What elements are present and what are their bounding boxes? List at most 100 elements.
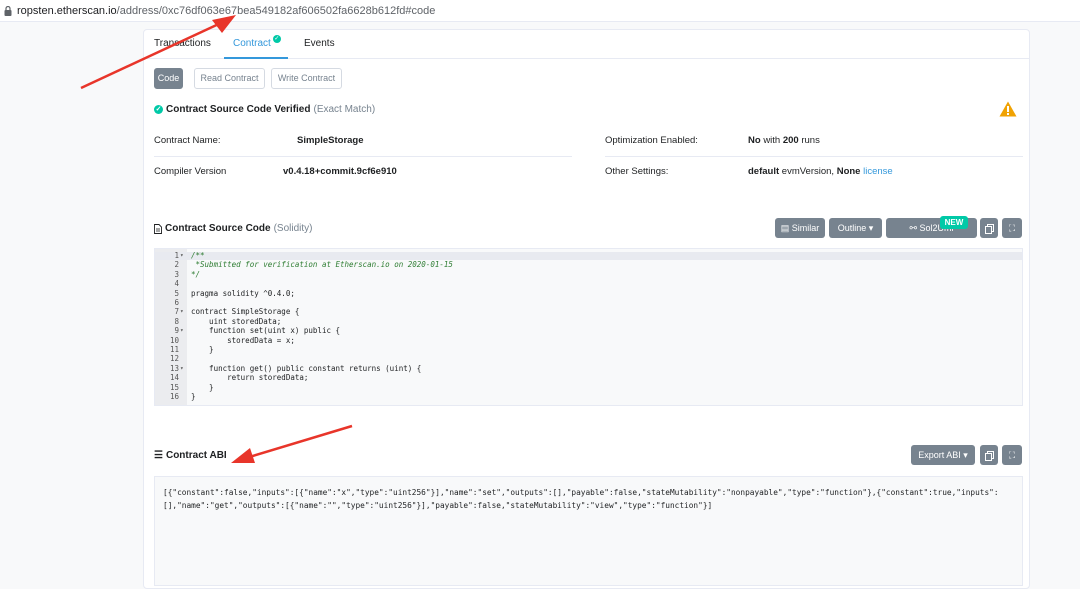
similar-button[interactable]: ▤ Similar [775, 218, 825, 238]
code-text: function get() public constant returns (… [191, 363, 422, 373]
url-domain: ropsten.etherscan.io [17, 4, 117, 17]
source-code-title-text: Contract Source Code [165, 223, 271, 234]
code-line: 6 [155, 298, 1022, 307]
copy-button[interactable] [980, 218, 998, 238]
write-contract-button[interactable]: Write Contract [271, 68, 342, 89]
contract-abi-title: ☰ Contract ABI [154, 450, 227, 461]
fold-toggle-icon[interactable]: ▾ [180, 327, 184, 335]
fold-toggle-icon[interactable]: ▾ [180, 252, 184, 260]
expand-icon: ⛶ [1008, 450, 1016, 460]
code-line: 4 [155, 279, 1022, 289]
verified-note: (Exact Match) [313, 104, 376, 115]
line-number: 2 [174, 260, 179, 270]
optimization-no: No [748, 135, 761, 146]
divider [605, 156, 1023, 157]
code-line: 13 ▾ function get() public constant retur… [155, 363, 1022, 373]
code-line: 15 } [155, 382, 1022, 392]
code-text: } [191, 382, 214, 392]
code-line: 8 uint storedData; [155, 317, 1022, 326]
source-code-title: Contract Source Code (Solidity) [154, 223, 312, 234]
fullscreen-button[interactable]: ⛶ [1002, 218, 1022, 238]
verified-status: ✓ Contract Source Code Verified (Exact M… [154, 104, 375, 115]
url-path: /address/0xc76df063e67bea549182af606502f… [116, 4, 436, 17]
contract-name-label: Contract Name: [154, 135, 221, 146]
tab-transactions[interactable]: Transactions [154, 38, 211, 49]
optimization-label: Optimization Enabled: [605, 135, 698, 146]
contract-name-value: SimpleStorage [297, 135, 364, 146]
copy-abi-button[interactable] [980, 445, 998, 465]
outline-label: Outline [837, 223, 867, 233]
source-code-lang: (Solidity) [273, 223, 313, 234]
code-text: /** [191, 251, 205, 260]
tab-contract[interactable]: Contract ✓ [233, 35, 281, 49]
other-evm: evmVersion, [781, 166, 835, 177]
line-number: 3 [174, 269, 179, 279]
code-line: 3 */ [155, 269, 1022, 279]
copy-icon [984, 223, 994, 234]
compiler-version-label: Compiler Version [154, 166, 227, 177]
code-line: 2 *Submitted for verification at Ethersc… [155, 260, 1022, 270]
other-settings-value: default evmVersion, None license [748, 166, 893, 177]
line-number: 15 [169, 382, 179, 392]
divider [154, 156, 572, 157]
line-number: 7 [174, 307, 179, 317]
compiler-version-value: v0.4.18+commit.9cf6e910 [283, 166, 397, 177]
fold-toggle-icon[interactable]: ▾ [180, 308, 184, 316]
browser-url-bar[interactable]: ropsten.etherscan.io /address/0xc76df063… [0, 0, 1080, 22]
warning-icon[interactable] [999, 101, 1017, 117]
new-badge: NEW [940, 216, 968, 229]
code-text: } [191, 345, 214, 354]
copy-icon [984, 450, 994, 461]
tab-contract-label: Contract [233, 38, 271, 49]
license-link[interactable]: license [863, 166, 893, 177]
contract-card: Transactions Contract ✓ Events Code Read … [143, 29, 1030, 589]
optimization-runs: 200 [782, 135, 799, 146]
diagram-icon: ⚯ [909, 223, 917, 233]
line-number: 16 [169, 392, 179, 401]
export-abi-label: Export ABI [918, 450, 961, 460]
similar-label: Similar [791, 223, 820, 233]
outline-button[interactable]: Outline ▾ [829, 218, 882, 238]
lock-icon [4, 5, 12, 16]
other-default: default [748, 166, 780, 177]
abi-text[interactable]: [{"constant":false,"inputs":[{"name":"x"… [154, 476, 1023, 586]
code-text: storedData = x; [191, 335, 295, 345]
code-line: 12 [155, 355, 1022, 363]
other-settings-label: Other Settings: [605, 166, 669, 177]
code-line: 5 pragma solidity ^0.4.0; [155, 288, 1022, 298]
line-number: 4 [174, 279, 179, 289]
code-line: 10 storedData = x; [155, 335, 1022, 345]
contract-abi-title-text: Contract ABI [165, 450, 227, 461]
code-line: 16} [155, 392, 1022, 401]
export-abi-button[interactable]: Export ABI ▾ [911, 445, 975, 465]
file-icon: ▤ [780, 223, 790, 233]
code-line: 9 ▾ function set(uint x) public { [155, 326, 1022, 336]
verified-check-icon: ✓ [272, 35, 281, 43]
chevron-down-icon: ▾ [868, 223, 874, 233]
fullscreen-abi-button[interactable]: ⛶ [1002, 445, 1022, 465]
code-text: function set(uint x) public { [191, 326, 341, 336]
code-button[interactable]: Code [154, 68, 183, 89]
optimization-value: No with 200 runs [748, 135, 820, 146]
line-number: 13 [169, 363, 179, 373]
code-text: contract SimpleStorage { [191, 307, 300, 317]
source-code-editor[interactable]: 1 ▾/** 2 *Submitted for verification at Et… [154, 248, 1023, 406]
optimization-with: with [763, 135, 781, 146]
expand-icon: ⛶ [1008, 223, 1016, 233]
code-text: pragma solidity ^0.4.0; [191, 288, 295, 298]
line-number: 6 [174, 298, 179, 307]
file-icon [154, 223, 162, 234]
fold-toggle-icon[interactable]: ▾ [180, 365, 184, 373]
line-number: 1 [174, 251, 179, 260]
code-line: 11 } [155, 345, 1022, 354]
verified-label: Contract Source Code Verified [166, 104, 311, 115]
code-line: 14 return storedData; [155, 373, 1022, 383]
tab-events[interactable]: Events [304, 38, 335, 49]
optimization-runs-word: runs [801, 135, 820, 146]
read-contract-button[interactable]: Read Contract [194, 68, 265, 89]
line-number: 11 [169, 345, 179, 354]
chevron-down-icon: ▾ [963, 450, 968, 460]
code-text: return storedData; [191, 373, 309, 383]
line-number: 9 [174, 326, 179, 336]
tab-bar: Transactions Contract ✓ Events [144, 30, 1029, 59]
